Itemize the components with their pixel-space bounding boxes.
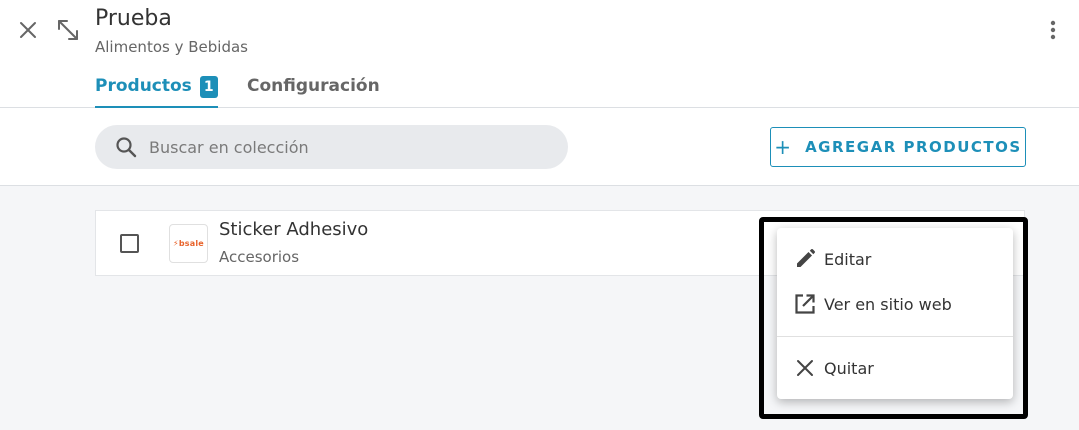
tab-productos[interactable]: Productos 1 xyxy=(95,76,218,108)
product-context-menu: Editar Ver en sitio web Quitar xyxy=(777,228,1013,399)
product-name: Sticker Adhesivo xyxy=(219,219,369,240)
collection-subtitle: Alimentos y Bebidas xyxy=(95,38,248,56)
product-checkbox[interactable] xyxy=(120,234,139,253)
tab-configuracion-label: Configuración xyxy=(247,76,380,96)
close-icon xyxy=(792,355,818,381)
menu-item-editar[interactable]: Editar xyxy=(777,237,1013,281)
collection-header: Prueba Alimentos y Bebidas Productos 1 C… xyxy=(0,0,1079,108)
search-input[interactable] xyxy=(149,137,529,157)
collection-title: Prueba xyxy=(95,6,172,31)
add-products-label: AGREGAR PRODUCTOS xyxy=(805,138,1022,156)
tab-productos-label: Productos xyxy=(95,76,192,96)
collection-toolbar: + AGREGAR PRODUCTOS xyxy=(0,108,1079,186)
add-products-button[interactable]: + AGREGAR PRODUCTOS xyxy=(770,127,1026,167)
tab-configuracion[interactable]: Configuración xyxy=(247,76,380,108)
bsale-logo: ⚡bsale xyxy=(173,239,204,248)
menu-item-quitar[interactable]: Quitar xyxy=(777,346,1013,390)
product-category: Accesorios xyxy=(219,248,300,266)
close-icon xyxy=(20,22,36,38)
menu-item-ver-label: Ver en sitio web xyxy=(824,294,952,314)
menu-item-ver-en-sitio-web[interactable]: Ver en sitio web xyxy=(777,282,1013,326)
more-vertical-icon xyxy=(1050,20,1056,40)
search-box[interactable] xyxy=(95,125,568,169)
menu-item-quitar-label: Quitar xyxy=(824,358,874,378)
menu-divider xyxy=(777,336,1013,337)
close-button[interactable] xyxy=(14,16,42,44)
logo-text: bsale xyxy=(178,239,204,248)
more-options-button[interactable] xyxy=(1040,17,1066,43)
menu-item-editar-label: Editar xyxy=(824,249,872,269)
pencil-icon xyxy=(792,246,818,272)
search-icon xyxy=(116,137,137,158)
expand-icon xyxy=(58,20,78,40)
product-thumbnail: ⚡bsale xyxy=(169,224,208,263)
plus-icon: + xyxy=(774,135,792,159)
external-link-icon xyxy=(792,291,818,317)
product-count-badge: 1 xyxy=(199,76,218,98)
expand-button[interactable] xyxy=(53,15,83,45)
